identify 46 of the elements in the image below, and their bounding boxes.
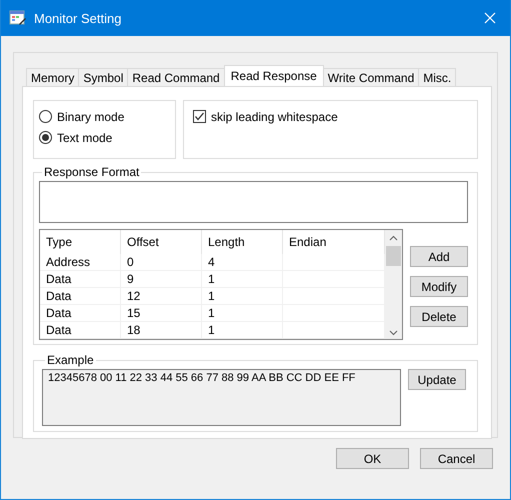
update-button[interactable]: Update	[408, 369, 466, 390]
table-cell: 1	[202, 287, 282, 304]
table-cell: 1	[202, 270, 282, 288]
table-cell: Data	[40, 270, 120, 288]
example-text: 12345678 00 11 22 33 44 55 66 77 88 99 AA BB CC DD EE FF	[48, 372, 356, 384]
table-cell: 15	[120, 304, 202, 322]
format-list[interactable]: Type Offset Length Endian Address 0 4 Data 9 1 Data 12 1 Data 15 1 Data 18 1	[39, 229, 403, 340]
window-title: Monitor Setting	[34, 10, 122, 26]
table-cell: 4	[202, 254, 282, 270]
scrollbar[interactable]	[385, 230, 402, 339]
dialog-button[interactable]: Cancel	[420, 448, 493, 469]
group-title: Example	[46, 353, 95, 367]
table-cell: 12	[120, 287, 202, 304]
tab[interactable]: Read Response	[224, 65, 324, 86]
tab[interactable]: Misc.	[418, 68, 456, 86]
table-cell: 18	[120, 321, 202, 338]
list-action-button[interactable]: Modify	[410, 276, 468, 297]
radio-button[interactable]	[39, 131, 52, 144]
checkbox[interactable]	[193, 110, 206, 123]
column-header[interactable]: Offset	[120, 230, 202, 254]
radio-button[interactable]	[39, 110, 52, 123]
list-action-button[interactable]: Delete	[410, 306, 468, 327]
scroll-thumb[interactable]	[386, 246, 401, 266]
tab[interactable]: Symbol	[78, 68, 128, 86]
group-title: Response Format	[43, 165, 140, 179]
radio-label: Binary mode	[57, 110, 124, 124]
list-action-button[interactable]: Add	[410, 246, 468, 267]
scroll-up-icon[interactable]	[389, 235, 398, 241]
app-icon	[9, 10, 27, 26]
scroll-down-icon[interactable]	[389, 330, 398, 336]
tab[interactable]: Memory	[26, 68, 80, 86]
table-cell: 1	[202, 321, 282, 338]
close-icon[interactable]	[484, 12, 496, 24]
table-cell: Address	[40, 254, 120, 270]
table-cell: 1	[202, 304, 282, 322]
dialog-button[interactable]: OK	[336, 448, 409, 469]
column-header[interactable]: Length	[202, 230, 282, 254]
table-cell: Data	[40, 304, 120, 322]
checkbox-label: skip leading whitespace	[211, 110, 338, 124]
table-cell: Data	[40, 321, 120, 338]
table-cell: 0	[120, 254, 202, 270]
table-cell: 9	[120, 270, 202, 288]
format-text-field[interactable]	[39, 181, 468, 223]
column-header[interactable]: Type	[40, 230, 120, 254]
radio-label: Text mode	[57, 130, 112, 144]
table-cell: Data	[40, 287, 120, 304]
